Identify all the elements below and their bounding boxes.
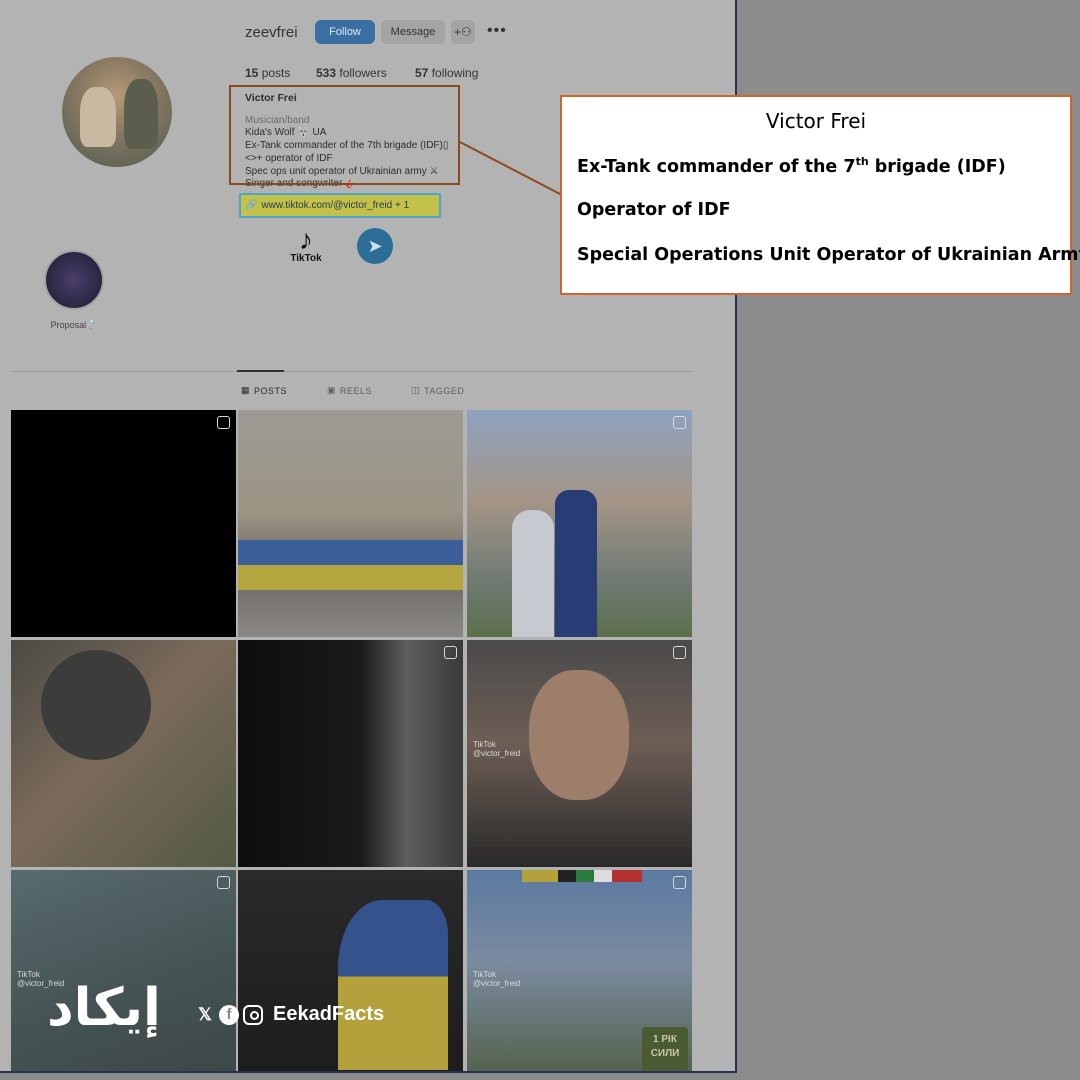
callout-line-2: Operator of IDF <box>577 200 731 220</box>
social-handles: 𝕏 f EekadFacts <box>195 1003 384 1026</box>
eekad-logo: إيكاد <box>47 978 161 1038</box>
instagram-icon <box>243 1004 263 1025</box>
callout-title: Victor Frei <box>765 109 867 133</box>
annotation-callout: Victor Frei Ex-Tank commander of the 7th… <box>560 95 1080 295</box>
social-handle: EekadFacts <box>273 1003 385 1025</box>
x-icon: 𝕏 <box>198 1004 212 1024</box>
callout-line-1-sup: th <box>855 155 869 168</box>
callout-line-3: Special Operations Unit Operator of Ukra… <box>577 245 1080 265</box>
callout-line-1-pre: Ex-Tank commander of the 7 <box>577 156 856 177</box>
facebook-icon: f <box>219 1004 239 1025</box>
callout-connector-line <box>459 141 563 196</box>
callout-line-1: Ex-Tank commander of the 7th brigade (ID… <box>577 155 1006 177</box>
callout-line-1-post: brigade (IDF) <box>868 156 1006 177</box>
